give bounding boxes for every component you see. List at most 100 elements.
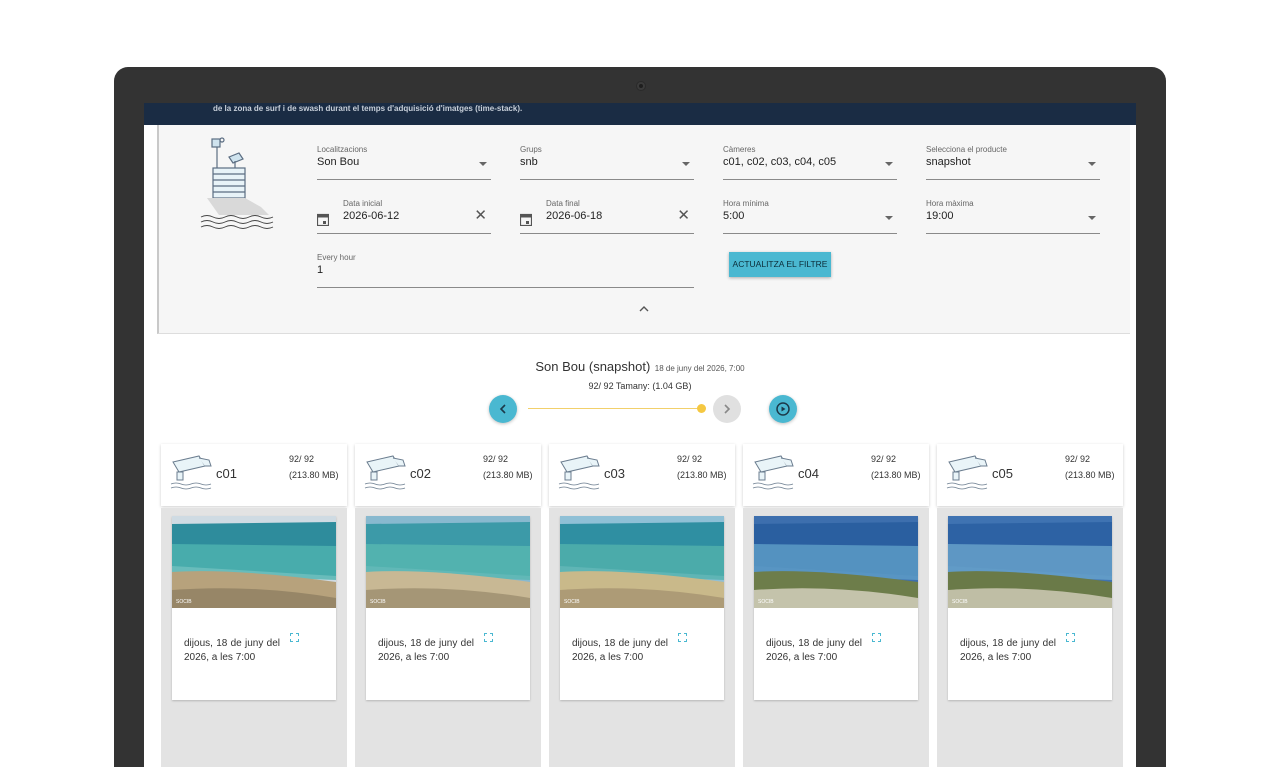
time-slider-thumb[interactable] (697, 404, 706, 413)
snapshot-image[interactable]: SOCIB (948, 516, 1112, 608)
calendar-icon[interactable] (317, 213, 329, 226)
camera-name: c05 (992, 466, 1013, 481)
hora-maxima-select[interactable]: Hora màxima 19:00 (926, 199, 1100, 234)
clear-icon[interactable]: ✕ (474, 208, 487, 223)
snapshot-date: dijous, 18 de juny del 2026, a les 7:00 (184, 638, 280, 663)
camera-size: (213.80 MB) (483, 470, 533, 480)
snapshot-card: SOCIB dijous, 18 de juny del 2026, a les… (754, 516, 918, 700)
chevron-right-icon (724, 404, 731, 414)
hora-minima-select[interactable]: Hora mínima 5:00 (723, 199, 897, 234)
hora-maxima-value: 19:00 (926, 210, 954, 222)
camera-card: c03 92/ 92 (213.80 MB) SOCIB dijous, 18 … (549, 444, 735, 767)
data-inicial-label: Data inicial (343, 199, 383, 208)
camera-name: c04 (798, 466, 819, 481)
play-button[interactable] (769, 395, 797, 423)
camera-size: (213.80 MB) (871, 470, 921, 480)
chevron-down-icon (479, 162, 487, 166)
snapshot-card: SOCIB dijous, 18 de juny del 2026, a les… (366, 516, 530, 700)
camera-count: 92/ 92 (677, 454, 703, 464)
snapshot-image[interactable]: SOCIB (172, 516, 336, 608)
snapshot-date: dijous, 18 de juny del 2026, a les 7:00 (766, 638, 862, 663)
localitzacions-select[interactable]: Localitzacions Son Bou (317, 145, 491, 180)
snapshot-image[interactable]: SOCIB (754, 516, 918, 608)
summary-size: 92/ 92 Tamany: (1.04 GB) (588, 381, 692, 391)
snapshot-image[interactable]: SOCIB (560, 516, 724, 608)
snapshot-image[interactable]: SOCIB (366, 516, 530, 608)
localitzacions-label: Localitzacions (317, 145, 368, 154)
snapshot-date: dijous, 18 de juny del 2026, a les 7:00 (960, 638, 1056, 663)
producte-value: snapshot (926, 156, 971, 168)
chevron-left-icon (499, 404, 506, 414)
cameres-label: Càmeres (723, 145, 756, 154)
time-slider-track[interactable] (528, 408, 700, 409)
calendar-icon[interactable] (520, 213, 532, 226)
data-inicial-value: 2026-06-12 (343, 210, 400, 222)
camera-card: c01 92/ 92 (213.80 MB) SOCIB dijous, 18 … (161, 444, 347, 767)
hora-maxima-label: Hora màxima (926, 199, 974, 208)
camera-count: 92/ 92 (1065, 454, 1091, 464)
camera-card: c04 92/ 92 (213.80 MB) SOCIB dijous, 18 … (743, 444, 929, 767)
localitzacions-value: Son Bou (317, 156, 360, 168)
summary-title: Son Bou (snapshot) 18 de juny del 2026, … (144, 358, 1136, 376)
camera-card-header: c02 92/ 92 (213.80 MB) (355, 444, 541, 506)
camera-icon (946, 455, 988, 490)
every-hour-field[interactable]: Every hour 1 (317, 253, 694, 288)
snapshot-card: SOCIB dijous, 18 de juny del 2026, a les… (560, 516, 724, 700)
data-final-field[interactable]: Data final 2026-06-18 ✕ (520, 199, 694, 234)
camera-card-body: SOCIB dijous, 18 de juny del 2026, a les… (549, 508, 735, 767)
camera-card-body: SOCIB dijous, 18 de juny del 2026, a les… (355, 508, 541, 767)
camera-card-body: SOCIB dijous, 18 de juny del 2026, a les… (743, 508, 929, 767)
fullscreen-icon[interactable] (484, 633, 493, 642)
chevron-down-icon (682, 162, 690, 166)
station-logo-icon (200, 137, 274, 229)
prev-button[interactable] (489, 395, 517, 423)
fullscreen-icon[interactable] (678, 633, 687, 642)
watermark: SOCIB (370, 599, 386, 605)
camera-card-header: c03 92/ 92 (213.80 MB) (549, 444, 735, 506)
data-final-label: Data final (546, 199, 580, 208)
fullscreen-icon[interactable] (1066, 633, 1075, 642)
grups-label: Grups (520, 145, 542, 154)
snapshot-date: dijous, 18 de juny del 2026, a les 7:00 (378, 638, 474, 663)
every-hour-label: Every hour (317, 253, 356, 262)
camera-name: c01 (216, 466, 237, 481)
data-inicial-field[interactable]: Data inicial 2026-06-12 ✕ (317, 199, 491, 234)
webcam-dot (636, 81, 646, 91)
clear-icon[interactable]: ✕ (677, 208, 690, 223)
watermark: SOCIB (952, 599, 968, 605)
grups-value: snb (520, 156, 538, 168)
camera-count: 92/ 92 (289, 454, 315, 464)
fullscreen-icon[interactable] (872, 633, 881, 642)
camera-icon (558, 455, 600, 490)
camera-card-body: SOCIB dijous, 18 de juny del 2026, a les… (937, 508, 1123, 767)
play-circle-icon (776, 402, 790, 416)
grups-select[interactable]: Grups snb (520, 145, 694, 180)
hora-minima-value: 5:00 (723, 210, 745, 222)
snapshot-card: SOCIB dijous, 18 de juny del 2026, a les… (948, 516, 1112, 700)
camera-count: 92/ 92 (483, 454, 509, 464)
next-button[interactable] (713, 395, 741, 423)
snapshot-date: dijous, 18 de juny del 2026, a les 7:00 (572, 638, 668, 663)
snapshot-card: SOCIB dijous, 18 de juny del 2026, a les… (172, 516, 336, 700)
chevron-up-icon[interactable] (639, 305, 649, 313)
watermark: SOCIB (758, 599, 774, 605)
camera-card-header: c01 92/ 92 (213.80 MB) (161, 444, 347, 506)
cameres-value: c01, c02, c03, c04, c05 (723, 156, 837, 168)
camera-icon (170, 455, 212, 490)
camera-size: (213.80 MB) (289, 470, 339, 480)
fullscreen-icon[interactable] (290, 633, 299, 642)
cameres-select[interactable]: Càmeres c01, c02, c03, c04, c05 (723, 145, 897, 180)
producte-label: Selecciona el producte (926, 145, 1007, 154)
summary-date: 18 de juny del 2026, 7:00 (654, 364, 745, 373)
summary-location: Son Bou (snapshot) (535, 359, 651, 374)
filter-panel: Localitzacions Son Bou Grups snb Càmeres… (157, 125, 1130, 334)
data-final-value: 2026-06-18 (546, 210, 603, 222)
camera-card: c02 92/ 92 (213.80 MB) SOCIB dijous, 18 … (355, 444, 541, 767)
camera-name: c02 (410, 466, 431, 481)
watermark: SOCIB (564, 599, 580, 605)
update-filter-button[interactable]: ACTUALITZA EL FILTRE (729, 252, 831, 277)
producte-select[interactable]: Selecciona el producte snapshot (926, 145, 1100, 180)
camera-card-header: c05 92/ 92 (213.80 MB) (937, 444, 1123, 506)
camera-icon (752, 455, 794, 490)
camera-size: (213.80 MB) (1065, 470, 1115, 480)
